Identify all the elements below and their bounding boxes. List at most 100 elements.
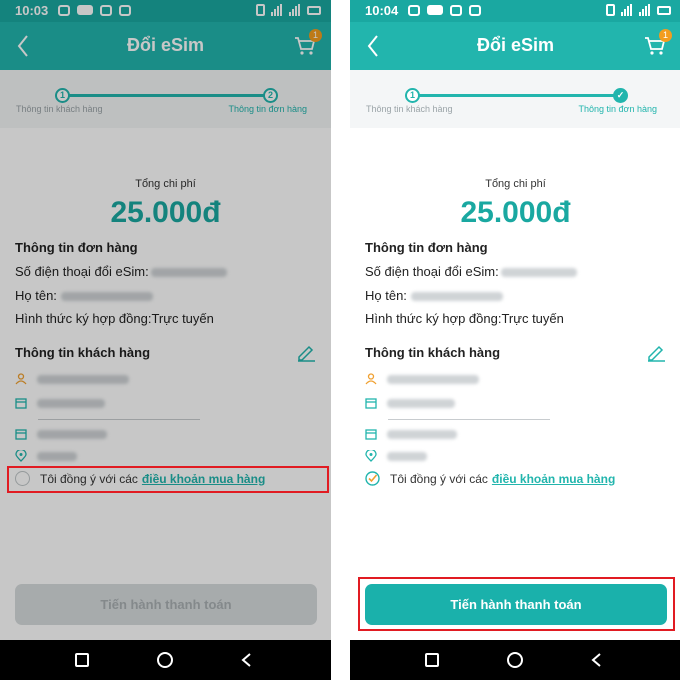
main-content: Tổng chi phí 25.000đ Thông tin đơn hàng … <box>0 128 331 640</box>
location-pin-icon <box>365 450 377 462</box>
name-label: Họ tên: <box>365 288 407 303</box>
user-icon <box>15 373 27 385</box>
step-1-label: Thông tin khách hàng <box>16 104 103 114</box>
cart-badge: 1 <box>659 29 672 42</box>
nav-back-icon[interactable] <box>590 653 604 667</box>
redacted-phone <box>500 268 577 278</box>
phone-row: Số điện thoại đổi eSim: <box>365 264 577 279</box>
step-2-check-icon: ✓ <box>613 88 628 103</box>
page-title: Đổi eSim <box>476 35 555 55</box>
contract-value: Trực tuyến <box>151 311 214 326</box>
total-value: 25.000đ <box>460 196 571 229</box>
customer-date-row <box>365 427 457 441</box>
customer-date-row <box>15 427 107 441</box>
redacted-customer-id <box>37 398 105 408</box>
vibrate-icon <box>256 4 265 16</box>
total-label: Tổng chi phí <box>485 178 546 190</box>
customer-id-row <box>15 396 105 410</box>
notification-icons <box>408 5 481 16</box>
signal-icon <box>271 4 283 16</box>
name-row: Họ tên: <box>15 288 153 303</box>
customer-address-row <box>365 449 427 463</box>
check-circle-icon[interactable] <box>365 471 380 486</box>
redacted-customer-name <box>387 374 479 384</box>
step-1-label: Thông tin khách hàng <box>366 104 453 114</box>
battery-icon <box>657 5 671 15</box>
customer-name-row <box>365 372 479 386</box>
android-nav-bar <box>350 640 680 680</box>
calendar-icon <box>365 429 377 440</box>
contract-value: Trực tuyến <box>501 311 564 326</box>
customer-info-title: Thông tin khách hàng <box>15 345 151 360</box>
calendar-icon <box>15 429 27 440</box>
redacted-address <box>387 451 427 461</box>
order-info-title: Thông tin đơn hàng <box>15 240 138 255</box>
terms-link[interactable]: điều khoản mua hàng <box>492 472 615 486</box>
system-icons <box>606 4 671 16</box>
customer-address-row <box>15 449 77 463</box>
phone-label: Số điện thoại đổi eSim: <box>365 264 499 279</box>
signal-icon <box>621 4 633 16</box>
app-header: Đổi eSim 1 <box>350 22 680 70</box>
status-time: 10:04 <box>365 3 399 18</box>
total-value: 25.000đ <box>110 196 221 229</box>
terms-agreement[interactable]: Tôi đồng ý với các điều khoản mua hàng <box>365 471 615 486</box>
customer-id-row <box>365 396 455 410</box>
name-label: Họ tên: <box>15 288 57 303</box>
progress-stepper: 1 2 Thông tin khách hàng Thông tin đơn h… <box>0 70 331 128</box>
step-1-dot: 1 <box>55 88 70 103</box>
step-2-label: Thông tin đơn hàng <box>228 104 307 114</box>
system-icons <box>256 4 321 16</box>
status-bar: 10:04 <box>350 0 680 22</box>
page-title: Đổi eSim <box>126 35 205 55</box>
highlight-box-checkout <box>358 577 675 631</box>
phone-label: Số điện thoại đổi eSim: <box>15 264 149 279</box>
notification-icons <box>58 5 131 16</box>
calendar-icon <box>365 398 377 409</box>
android-nav-bar <box>0 640 331 680</box>
contract-label: Hình thức ký hợp đồng: <box>365 311 502 326</box>
phone-screen-before: 10:03 Đổi eSim 1 1 2 Thông tin khách hàn… <box>0 0 331 680</box>
vibrate-icon <box>606 4 615 16</box>
contract-row: Hình thức ký hợp đồng:Trực tuyến <box>15 311 214 326</box>
nav-recent-icon[interactable] <box>425 653 439 667</box>
divider <box>38 419 200 420</box>
nav-home-icon[interactable] <box>507 652 523 668</box>
phone-row: Số điện thoại đổi eSim: <box>15 264 227 279</box>
progress-stepper: 1 ✓ Thông tin khách hàng Thông tin đơn h… <box>350 70 680 128</box>
customer-name-row <box>15 372 129 386</box>
step-line <box>62 94 270 97</box>
main-content: Tổng chi phí 25.000đ Thông tin đơn hàng … <box>350 128 680 640</box>
step-1-dot: 1 <box>405 88 420 103</box>
edit-pencil-icon[interactable] <box>646 342 666 362</box>
nav-home-icon[interactable] <box>157 652 173 668</box>
customer-info-title: Thông tin khách hàng <box>365 345 501 360</box>
signal-icon-2 <box>289 4 301 16</box>
highlight-box-terms <box>7 466 329 493</box>
redacted-customer-id <box>387 398 455 408</box>
calendar-icon <box>15 398 27 409</box>
nav-recent-icon[interactable] <box>75 653 89 667</box>
redacted-phone <box>150 268 227 278</box>
phone-screen-after: 10:04 Đổi eSim 1 1 ✓ Thông tin khách hàn… <box>350 0 680 680</box>
step-line <box>412 94 620 97</box>
total-label: Tổng chi phí <box>135 178 196 190</box>
redacted-customer-name <box>37 374 129 384</box>
comparison-screenshot: 10:03 Đổi eSim 1 1 2 Thông tin khách hàn… <box>0 0 680 680</box>
redacted-address <box>37 451 77 461</box>
signal-icon-2 <box>639 4 651 16</box>
terms-text: Tôi đồng ý với các <box>390 471 488 486</box>
user-icon <box>365 373 377 385</box>
nav-back-icon[interactable] <box>240 653 254 667</box>
contract-label: Hình thức ký hợp đồng: <box>15 311 152 326</box>
cart-badge: 1 <box>309 29 322 42</box>
redacted-name <box>60 292 153 302</box>
app-header: Đổi eSim 1 <box>0 22 331 70</box>
edit-pencil-icon[interactable] <box>296 342 316 362</box>
checkout-button[interactable]: Tiến hành thanh toán <box>15 584 317 625</box>
contract-row: Hình thức ký hợp đồng:Trực tuyến <box>365 311 564 326</box>
name-row: Họ tên: <box>365 288 503 303</box>
order-info-title: Thông tin đơn hàng <box>365 240 488 255</box>
redacted-date <box>387 429 457 439</box>
location-pin-icon <box>15 450 27 462</box>
